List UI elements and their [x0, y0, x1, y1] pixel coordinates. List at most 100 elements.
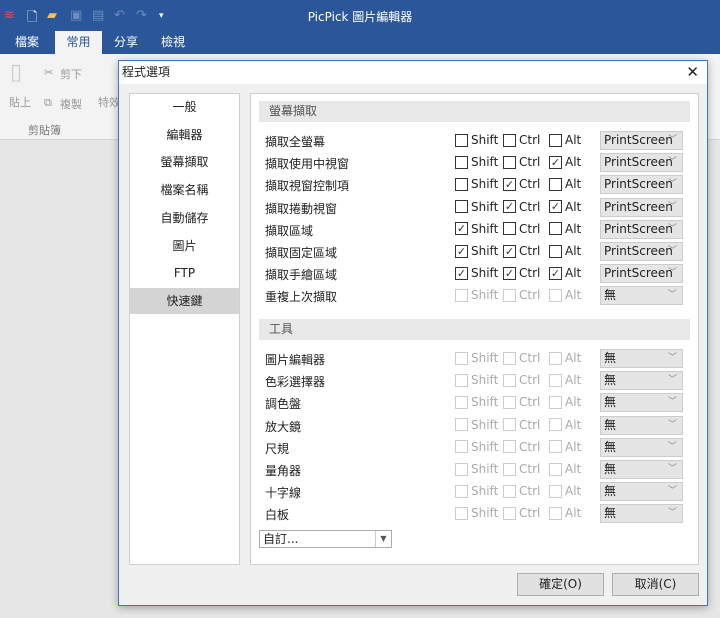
key-select: 無 ﹀ — [600, 415, 683, 435]
modifier-label: Ctrl — [519, 266, 541, 281]
key-value: 無 — [604, 288, 617, 303]
alt-checkbox[interactable]: Alt — [549, 133, 581, 147]
shift-checkbox[interactable]: ✓ Shift — [455, 244, 498, 258]
hotkey-label: 調色盤 — [265, 397, 302, 412]
ctrl-checkbox: Ctrl — [503, 395, 540, 409]
key-value: PrintScreen — [604, 266, 673, 281]
hotkey-row: 色彩選擇器 Shift Ctrl Alt 無 ﹀ — [251, 371, 700, 391]
modifier-label: Shift — [471, 133, 499, 147]
nav-item[interactable]: 螢幕擷取 — [130, 149, 239, 175]
checkbox-box: ✓ — [549, 266, 562, 280]
alt-checkbox[interactable]: Alt — [549, 244, 581, 258]
modifier-label: Ctrl — [519, 484, 541, 499]
key-select[interactable]: PrintScreen ﹀ — [600, 242, 683, 261]
copy-button[interactable]: 複製 — [60, 96, 82, 112]
modifier-label: Alt — [565, 221, 582, 236]
chevron-down-icon: ﹀ — [667, 419, 677, 430]
tab-home[interactable]: 常用 — [55, 31, 102, 54]
alt-checkbox[interactable]: Alt — [549, 177, 581, 191]
hotkey-row: 擷取手繪區域 ✓ Shift ✓ Ctrl ✓ Alt PrintScreen ﹀ — [251, 264, 700, 284]
alt-checkbox: Alt — [549, 440, 581, 454]
key-select: 無 ﹀ — [600, 482, 683, 502]
ctrl-checkbox[interactable]: Ctrl — [503, 133, 540, 147]
hotkey-row: 擷取使用中視窗 Shift Ctrl ✓ Alt PrintScreen ﹀ — [251, 153, 700, 173]
modifier-label: Alt — [565, 199, 582, 214]
nav-item[interactable]: FTP — [130, 260, 239, 286]
alt-checkbox[interactable]: ✓ Alt — [549, 200, 581, 214]
alt-checkbox: Alt — [549, 418, 581, 432]
key-select[interactable]: PrintScreen ﹀ — [600, 219, 683, 239]
modifier-label: Ctrl — [519, 439, 541, 454]
nav-item[interactable]: 圖片 — [130, 233, 239, 259]
checkbox-box: ✓ — [455, 244, 468, 258]
key-value: 無 — [604, 484, 617, 499]
effects-button[interactable]: 特效 — [98, 94, 120, 110]
hotkey-row: 擷取全螢幕 Shift Ctrl Alt PrintScreen ﹀ — [251, 131, 700, 151]
close-icon[interactable]: ✕ — [686, 63, 699, 81]
key-select[interactable]: PrintScreen ﹀ — [600, 264, 683, 284]
modifier-label: Alt — [565, 155, 582, 170]
nav-item[interactable]: 一般 — [130, 94, 239, 120]
modifier-label: Alt — [565, 462, 582, 476]
tab-file[interactable]: 檔案 — [6, 31, 48, 54]
key-select[interactable]: PrintScreen ﹀ — [600, 131, 683, 150]
chevron-down-icon: ﹀ — [667, 464, 677, 474]
checkbox-box — [549, 244, 562, 258]
checkbox-box — [455, 177, 468, 191]
hotkey-label: 尺規 — [265, 441, 290, 456]
shift-checkbox[interactable]: Shift — [455, 133, 498, 147]
checkbox-box — [455, 200, 468, 214]
checkbox-box — [503, 418, 516, 432]
shift-checkbox[interactable]: ✓ Shift — [455, 266, 498, 280]
tab-view[interactable]: 檢視 — [155, 31, 191, 54]
nav-item[interactable]: 自動儲存 — [130, 205, 239, 231]
app-title: PicPick 圖片編輯器 — [307, 10, 413, 24]
ctrl-checkbox[interactable]: ✓ Ctrl — [503, 177, 540, 191]
alt-checkbox: Alt — [549, 462, 581, 476]
cancel-button[interactable]: 取消(C) — [612, 573, 699, 596]
key-value: PrintScreen — [604, 199, 673, 214]
checkbox-box — [549, 288, 562, 302]
ctrl-checkbox[interactable]: ✓ Ctrl — [503, 200, 540, 214]
key-select[interactable]: PrintScreen ﹀ — [600, 197, 683, 217]
modifier-label: Ctrl — [519, 133, 541, 147]
modifier-label: Shift — [471, 199, 499, 214]
checkbox-box — [503, 373, 516, 387]
modifier-label: Shift — [471, 155, 499, 170]
ctrl-checkbox[interactable]: Ctrl — [503, 222, 540, 236]
key-select[interactable]: PrintScreen ﹀ — [600, 153, 683, 173]
checkbox-box — [455, 506, 468, 520]
custom-select[interactable]: 自訂... ▼ — [259, 530, 392, 548]
ctrl-checkbox[interactable]: Ctrl — [503, 155, 540, 169]
checkbox-box — [455, 418, 468, 432]
shift-checkbox[interactable]: Shift — [455, 200, 498, 214]
nav-item[interactable]: 檔案名稱 — [130, 177, 239, 203]
options-nav: 一般 編輯器 螢幕擷取 檔案名稱 自動儲存 圖片 FTP 快速鍵 — [129, 93, 240, 565]
cut-button[interactable]: 剪下 — [60, 66, 82, 82]
nav-item[interactable]: 快速鍵 — [130, 287, 239, 314]
hotkey-label: 量角器 — [265, 464, 302, 478]
ok-button[interactable]: 確定(O) — [517, 573, 604, 596]
chevron-down-icon: ﹀ — [667, 135, 677, 145]
ctrl-checkbox[interactable]: ✓ Ctrl — [503, 244, 540, 258]
hotkey-label: 擷取固定區域 — [265, 246, 338, 260]
checkbox-box — [455, 351, 468, 365]
shift-checkbox[interactable]: ✓ Shift — [455, 222, 498, 236]
hotkey-row: 尺規 Shift Ctrl Alt 無 ﹀ — [251, 437, 700, 458]
ctrl-checkbox[interactable]: ✓ Ctrl — [503, 266, 540, 280]
alt-checkbox[interactable]: Alt — [549, 222, 581, 236]
checkbox-box — [549, 462, 562, 476]
key-select[interactable]: PrintScreen ﹀ — [600, 175, 683, 195]
modifier-label: Alt — [565, 133, 582, 147]
options-dialog: 程式選項 ✕ 一般 編輯器 螢幕擷取 檔案名稱 自動儲存 圖片 FTP 快速鍵 自訂... ▼… — [118, 60, 708, 606]
checkbox-box — [455, 288, 468, 302]
shift-checkbox[interactable]: Shift — [455, 177, 498, 191]
nav-item[interactable]: 編輯器 — [130, 122, 239, 148]
modifier-label: Shift — [471, 221, 499, 236]
custom-select-value: 自訂... — [263, 532, 299, 546]
paste-button[interactable]: 貼上 — [9, 94, 31, 110]
shift-checkbox[interactable]: Shift — [455, 155, 498, 169]
tab-share[interactable]: 分享 — [108, 31, 144, 54]
alt-checkbox[interactable]: ✓ Alt — [549, 266, 581, 280]
alt-checkbox[interactable]: ✓ Alt — [549, 155, 581, 169]
